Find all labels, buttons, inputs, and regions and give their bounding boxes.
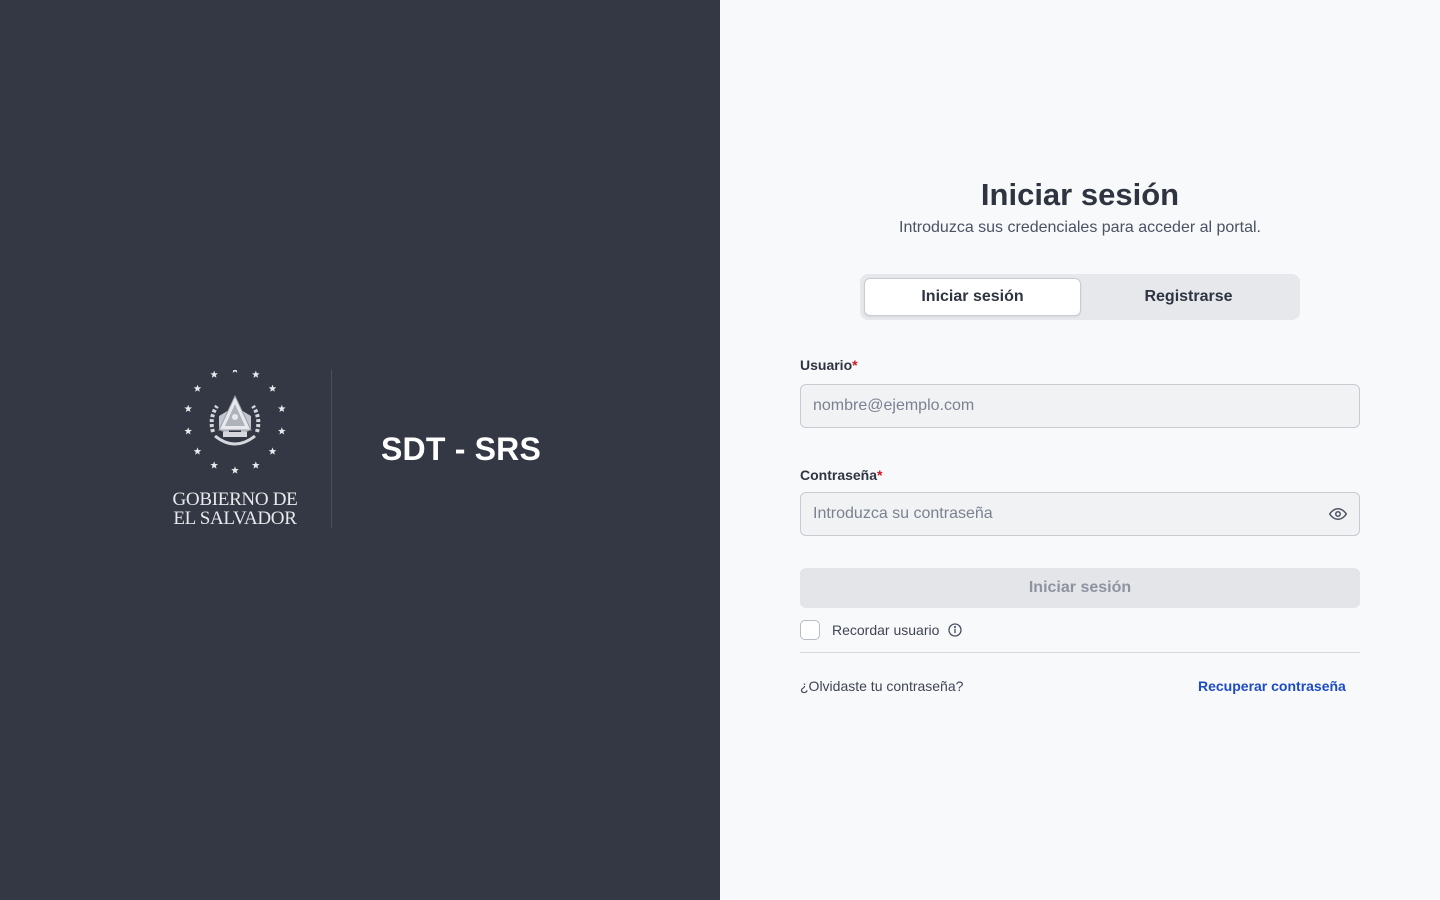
star-icon <box>193 447 202 455</box>
el-salvador-coat-of-arms-icon <box>184 370 286 474</box>
star-icon <box>252 370 260 378</box>
username-label-text: Usuario <box>800 357 853 373</box>
government-logo: GOBIERNO DE EL SALVADOR <box>170 370 300 528</box>
password-label: Contraseña* <box>800 467 882 483</box>
page-subtitle: Introduzca sus credenciales para acceder… <box>899 219 1261 236</box>
username-label: Usuario* <box>800 357 858 373</box>
tab-register[interactable]: Registrarse <box>1081 278 1296 316</box>
star-icon <box>252 461 260 469</box>
required-mark: * <box>877 467 883 483</box>
remember-user-row: Recordar usuario <box>800 620 963 640</box>
username-input[interactable] <box>800 384 1360 428</box>
brand-divider <box>331 370 332 528</box>
star-icon <box>210 461 218 469</box>
brand-panel: GOBIERNO DE EL SALVADOR SDT - SRS <box>0 0 720 900</box>
tab-login[interactable]: Iniciar sesión <box>864 278 1081 316</box>
remember-user-checkbox[interactable] <box>800 620 820 640</box>
star-icon <box>232 370 238 373</box>
star-icon <box>268 384 277 392</box>
footer-divider <box>800 652 1360 653</box>
remember-user-label: Recordar usuario <box>832 622 940 638</box>
auth-tabs: Iniciar sesión Registrarse <box>860 274 1300 320</box>
star-icon <box>210 370 218 378</box>
star-icon <box>184 427 193 435</box>
star-icon <box>277 404 286 413</box>
page-title: Iniciar sesión <box>980 177 1180 212</box>
star-icon <box>277 427 286 435</box>
forgot-password-text: ¿Olvidaste tu contraseña? <box>800 678 964 694</box>
password-label-text: Contraseña <box>800 467 878 483</box>
star-icon <box>268 447 277 455</box>
brand-lockup: GOBIERNO DE EL SALVADOR SDT - SRS <box>170 370 541 528</box>
eye-icon <box>1329 508 1347 520</box>
star-icon <box>193 384 202 392</box>
login-submit-button[interactable]: Iniciar sesión <box>800 568 1360 608</box>
info-circle-icon[interactable] <box>947 622 963 638</box>
recover-password-link[interactable]: Recuperar contraseña <box>1198 678 1346 694</box>
password-input[interactable] <box>800 492 1360 536</box>
login-panel: Iniciar sesión Introduzca sus credencial… <box>720 0 1440 900</box>
app-name: SDT - SRS <box>381 430 542 467</box>
show-password-button[interactable] <box>1328 504 1348 524</box>
required-mark: * <box>852 357 858 373</box>
star-icon <box>231 466 239 474</box>
star-icon <box>184 404 193 413</box>
gov-wordmark: GOBIERNO DE EL SALVADOR <box>172 489 298 529</box>
